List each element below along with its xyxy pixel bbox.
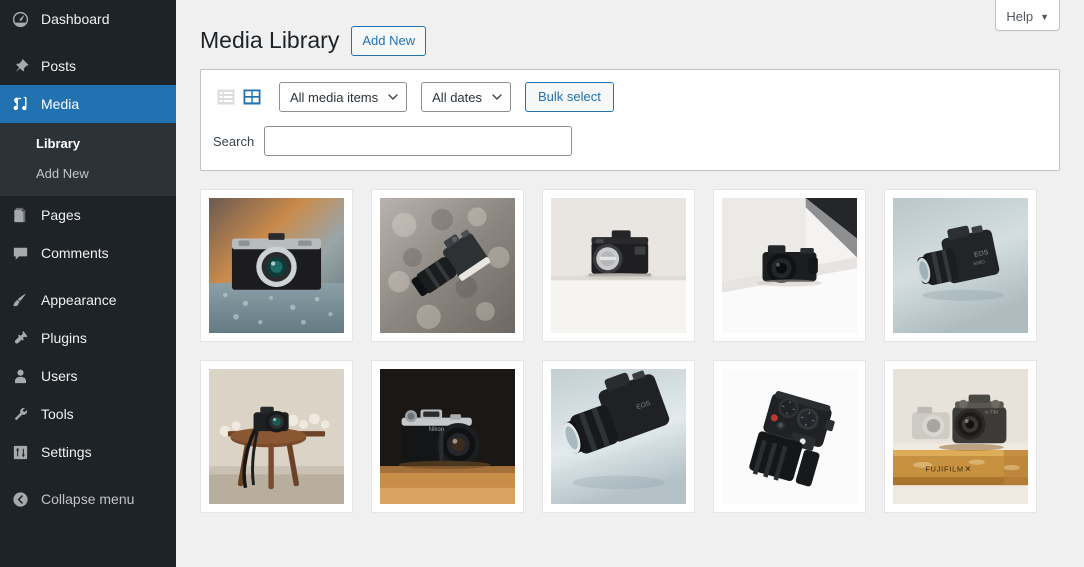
svg-text:Nikon: Nikon xyxy=(429,427,445,433)
chevron-down-icon xyxy=(492,92,502,102)
media-thumbnail xyxy=(551,198,686,333)
sidebar-separator xyxy=(0,272,176,281)
wrench-icon xyxy=(10,404,30,424)
date-filter-value: All dates xyxy=(432,89,483,105)
sidebar-item-label: Appearance xyxy=(41,292,117,308)
sidebar-item-pages[interactable]: Pages xyxy=(0,196,176,234)
media-item[interactable] xyxy=(200,360,353,513)
sidebar-item-users[interactable]: Users xyxy=(0,357,176,395)
sidebar-item-label: Media xyxy=(41,96,80,112)
sidebar-item-label: Tools xyxy=(41,406,74,422)
sidebar-item-label: Users xyxy=(41,368,78,384)
media-item[interactable] xyxy=(371,189,524,342)
bulk-select-button[interactable]: Bulk select xyxy=(525,82,614,112)
sidebar-separator xyxy=(0,38,176,47)
settings-icon xyxy=(10,442,30,462)
sidebar-item-tools[interactable]: Tools xyxy=(0,395,176,433)
media-thumbnail xyxy=(380,198,515,333)
sidebar-collapse-menu[interactable]: Collapse menu xyxy=(0,480,176,518)
toolbar-search-row: Search xyxy=(213,126,1047,156)
media-item[interactable]: EOS 600D xyxy=(884,189,1037,342)
wordpress-admin-screen: Dashboard Posts Media Library Add New Pa… xyxy=(0,0,1084,567)
sidebar-item-dashboard[interactable]: Dashboard xyxy=(0,0,176,38)
sidebar-item-label: Dashboard xyxy=(41,11,110,27)
media-type-filter-value: All media items xyxy=(290,89,379,105)
admin-sidebar: Dashboard Posts Media Library Add New Pa… xyxy=(0,0,176,567)
media-item[interactable]: FUJIFILM ✕ X-T30 xyxy=(884,360,1037,513)
sidebar-item-media[interactable]: Media xyxy=(0,85,176,123)
sidebar-item-label: Settings xyxy=(41,444,92,460)
sidebar-item-label: Posts xyxy=(41,58,77,74)
media-item[interactable] xyxy=(542,189,695,342)
dashboard-icon xyxy=(10,9,30,29)
pages-icon xyxy=(10,205,30,225)
media-thumbnail: FUJIFILM ✕ X-T30 xyxy=(893,369,1028,504)
pin-icon xyxy=(10,56,30,76)
chevron-down-icon: ▼ xyxy=(1040,12,1049,22)
view-mode-switcher xyxy=(213,84,265,110)
sidebar-item-comments[interactable]: Comments xyxy=(0,234,176,272)
svg-text:✕: ✕ xyxy=(965,465,972,474)
collapse-arrow-icon xyxy=(10,489,30,509)
sidebar-item-label: Pages xyxy=(41,207,81,223)
media-item[interactable] xyxy=(200,189,353,342)
media-thumbnail: Nikon xyxy=(380,369,515,504)
page-title: Media Library xyxy=(200,27,340,54)
user-icon xyxy=(10,366,30,386)
main-content: Help ▼ Media Library Add New All media i… xyxy=(176,0,1084,567)
media-thumbnail xyxy=(722,198,857,333)
sidebar-item-posts[interactable]: Posts xyxy=(0,47,176,85)
grid-view-icon[interactable] xyxy=(239,84,265,110)
media-icon xyxy=(10,94,30,114)
sidebar-item-appearance[interactable]: Appearance xyxy=(0,281,176,319)
plug-icon xyxy=(10,328,30,348)
date-filter-select[interactable]: All dates xyxy=(421,82,512,112)
media-submenu: Library Add New xyxy=(0,123,176,196)
media-thumbnail: EOS 600D xyxy=(893,198,1028,333)
media-item[interactable] xyxy=(713,189,866,342)
help-button-label: Help xyxy=(1006,9,1034,24)
media-grid: EOS 600D Nikon EOS FUJIFILM ✕ X-T30 xyxy=(200,189,1060,513)
add-new-button[interactable]: Add New xyxy=(351,25,427,57)
page-header: Media Library Add New xyxy=(176,0,1084,62)
svg-text:X-T30: X-T30 xyxy=(985,410,999,416)
sidebar-subitem-library[interactable]: Library xyxy=(0,129,176,159)
sidebar-item-label: Comments xyxy=(41,245,109,261)
toolbar-filters-row: All media items All dates Bulk select xyxy=(213,82,1047,112)
sidebar-item-settings[interactable]: Settings xyxy=(0,433,176,471)
sidebar-item-label: Plugins xyxy=(41,330,87,346)
media-thumbnail: EOS xyxy=(551,369,686,504)
sidebar-collapse-label: Collapse menu xyxy=(41,491,135,507)
media-item[interactable] xyxy=(713,360,866,513)
sidebar-subitem-add-new[interactable]: Add New xyxy=(0,159,176,189)
sidebar-item-plugins[interactable]: Plugins xyxy=(0,319,176,357)
search-input[interactable] xyxy=(264,126,573,156)
media-item[interactable]: EOS xyxy=(542,360,695,513)
chevron-down-icon xyxy=(388,92,398,102)
media-toolbar-panel: All media items All dates Bulk select Se… xyxy=(200,69,1060,171)
media-thumbnail xyxy=(722,369,857,504)
search-label: Search xyxy=(213,133,255,149)
media-thumbnail xyxy=(209,198,344,333)
list-view-icon[interactable] xyxy=(213,84,239,110)
media-type-filter-select[interactable]: All media items xyxy=(279,82,408,112)
media-item[interactable]: Nikon xyxy=(371,360,524,513)
help-button[interactable]: Help ▼ xyxy=(995,0,1060,31)
svg-text:FUJIFILM: FUJIFILM xyxy=(925,465,963,474)
comments-icon xyxy=(10,243,30,263)
media-thumbnail xyxy=(209,369,344,504)
brush-icon xyxy=(10,290,30,310)
sidebar-separator xyxy=(0,471,176,480)
